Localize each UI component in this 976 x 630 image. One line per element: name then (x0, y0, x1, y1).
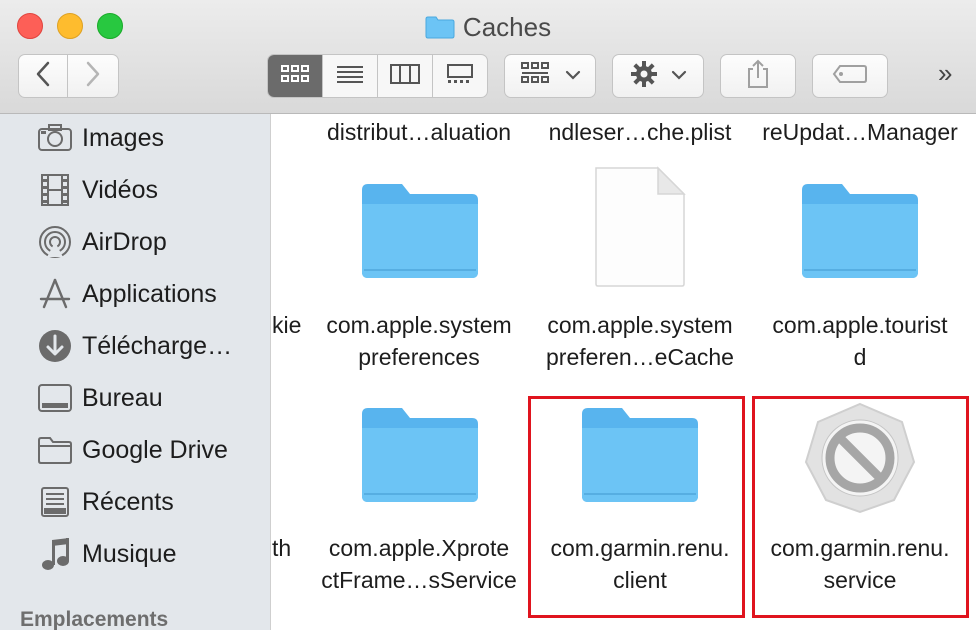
sidebar-item-label: Musique (82, 539, 177, 568)
chevron-down-icon (671, 67, 687, 85)
folder-icon (425, 15, 455, 46)
chevron-down-icon (565, 67, 581, 85)
tag-icon (832, 64, 868, 89)
sidebar-item-desktop[interactable]: Bureau (36, 378, 163, 418)
list-view-button[interactable] (323, 55, 378, 97)
recents-icon (36, 484, 74, 520)
sidebar: Images Vidéos AirDrop Applications Téléc… (0, 114, 271, 630)
icon-view-button[interactable] (268, 55, 323, 97)
sidebar-item-label: Applications (82, 279, 217, 308)
sidebar-item-label: Google Drive (82, 435, 228, 464)
camera-icon (36, 120, 74, 156)
folder-icon[interactable] (800, 180, 920, 285)
action-menu-button[interactable] (612, 54, 704, 98)
sidebar-item-label: Vidéos (82, 175, 158, 204)
sidebar-item-label: AirDrop (82, 227, 167, 256)
folder-icon[interactable] (360, 404, 480, 509)
file-name[interactable]: reUpdat…Manager (750, 116, 970, 148)
list-view-icon (335, 63, 365, 90)
desktop-icon (36, 380, 74, 416)
sidebar-item-videos[interactable]: Vidéos (36, 170, 158, 210)
file-name[interactable]: com.apple.Xprote ctFrame…sService (312, 532, 526, 596)
sidebar-item-label: Télécharge… (82, 331, 233, 360)
gallery-view-button[interactable] (433, 55, 487, 97)
share-icon (745, 59, 771, 94)
sidebar-item-music[interactable]: Musique (36, 534, 177, 574)
sidebar-item-label: Bureau (82, 383, 163, 412)
download-icon (36, 328, 74, 364)
column-view-icon (389, 63, 421, 90)
sidebar-item-recents[interactable]: Récents (36, 482, 174, 522)
file-name-partial[interactable]: kie (272, 309, 302, 341)
highlight-box-client (528, 396, 745, 618)
sidebar-section-header: Emplacements (20, 608, 169, 630)
share-button[interactable] (720, 54, 796, 98)
folder-icon (36, 432, 74, 468)
sidebar-item-applications[interactable]: Applications (36, 274, 217, 314)
window-title-text: Caches (462, 12, 552, 42)
group-by-button[interactable] (504, 54, 596, 98)
gear-icon (629, 59, 659, 94)
folder-icon[interactable] (360, 180, 480, 285)
sidebar-item-label: Récents (82, 487, 174, 516)
applications-icon (36, 276, 74, 312)
chevron-right-icon (85, 61, 101, 92)
back-button[interactable] (18, 54, 68, 98)
file-name[interactable]: com.apple.system preferences (312, 309, 526, 373)
music-icon (36, 536, 74, 572)
window-toolbar: Caches » (0, 0, 976, 114)
file-name[interactable]: com.apple.system preferen…eCache (530, 309, 750, 373)
film-icon (36, 172, 74, 208)
sidebar-item-airdrop[interactable]: AirDrop (36, 222, 167, 262)
file-name[interactable]: distribut…aluation (312, 116, 526, 148)
file-name[interactable]: ndleser…che.plist (530, 116, 750, 148)
highlight-box-service (752, 396, 969, 618)
sidebar-item-images[interactable]: Images (36, 118, 164, 158)
airdrop-icon (36, 224, 74, 260)
edit-tags-button[interactable] (812, 54, 888, 98)
file-name-partial[interactable]: th (272, 532, 302, 564)
document-icon[interactable] (592, 166, 688, 293)
chevron-left-icon (35, 61, 51, 92)
gallery-view-icon (445, 63, 475, 90)
view-mode-selector (267, 54, 488, 98)
toolbar-overflow-button[interactable]: » (938, 58, 953, 89)
window-title: Caches (0, 12, 976, 46)
icon-view-icon (280, 63, 310, 90)
group-grid-icon (519, 61, 553, 92)
forward-button[interactable] (67, 54, 119, 98)
column-view-button[interactable] (378, 55, 433, 97)
file-grid: distribut…aluation ndleser…che.plist reU… (272, 114, 976, 630)
sidebar-item-google-drive[interactable]: Google Drive (36, 430, 228, 470)
sidebar-item-label: Images (82, 123, 164, 152)
sidebar-item-downloads[interactable]: Télécharge… (36, 326, 232, 366)
file-name[interactable]: com.apple.tourist d (750, 309, 970, 373)
